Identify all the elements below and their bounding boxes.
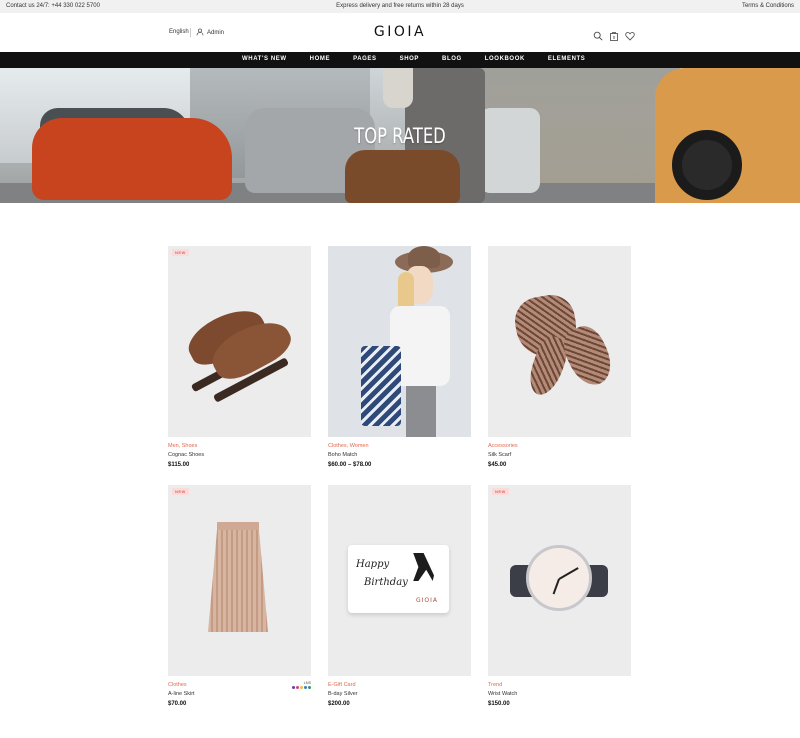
product-image[interactable] bbox=[488, 485, 631, 676]
product-category[interactable]: Trend bbox=[488, 682, 502, 688]
gift-card-text-birthday: Birthday bbox=[364, 577, 408, 588]
main-navigation: WHAT'S NEW HOME PAGES SHOP BLOG LOOKBOOK… bbox=[0, 52, 800, 68]
watch-hand bbox=[552, 578, 560, 595]
model-tote-bag bbox=[361, 346, 401, 426]
product-image[interactable] bbox=[488, 246, 631, 437]
product-name[interactable]: Silk Scarf bbox=[488, 452, 511, 458]
model-pants bbox=[406, 386, 436, 437]
hero-handbag bbox=[345, 150, 460, 203]
watch-hand bbox=[558, 567, 579, 580]
swatch-dots bbox=[292, 686, 311, 689]
product-price: $60.00 – $78.00 bbox=[328, 462, 372, 468]
hero-white-car bbox=[480, 108, 540, 193]
header-icons: 0 bbox=[593, 28, 635, 41]
watch-face bbox=[526, 545, 592, 611]
product-category[interactable]: Clothes, Women bbox=[328, 443, 369, 449]
swatch-color[interactable] bbox=[292, 686, 295, 689]
terms-link[interactable]: Terms & Conditions bbox=[742, 3, 794, 9]
page-title: TOP RATED bbox=[354, 124, 446, 148]
promo-text: Express delivery and free returns within… bbox=[336, 3, 464, 9]
new-badge: NEW bbox=[492, 488, 509, 495]
nav-item-home[interactable]: HOME bbox=[310, 56, 330, 62]
new-badge: NEW bbox=[172, 488, 189, 495]
product-price: $200.00 bbox=[328, 701, 350, 707]
hat-crown bbox=[408, 246, 440, 268]
high-heel-shoe-icon bbox=[413, 553, 434, 581]
cart-count: 0 bbox=[613, 35, 616, 40]
cart-icon[interactable]: 0 bbox=[609, 28, 619, 41]
nav-item-blog[interactable]: BLOG bbox=[442, 56, 462, 62]
new-badge: NEW bbox=[172, 249, 189, 256]
product-name[interactable]: B-day Silver bbox=[328, 691, 358, 697]
product-price: $150.00 bbox=[488, 701, 510, 707]
site-logo[interactable]: GIOIA bbox=[0, 24, 800, 40]
color-swatches[interactable]: LMS bbox=[292, 681, 311, 689]
product-category[interactable]: E-Gift Card bbox=[328, 682, 356, 688]
product-name[interactable]: Wrist Watch bbox=[488, 691, 517, 697]
product-image[interactable] bbox=[168, 246, 311, 437]
product-image[interactable] bbox=[168, 485, 311, 676]
product-price: $45.00 bbox=[488, 462, 507, 468]
product-name[interactable]: Cognac Shoes bbox=[168, 452, 204, 458]
nav-item-pages[interactable]: PAGES bbox=[353, 56, 377, 62]
product-image[interactable] bbox=[328, 246, 471, 437]
gift-card-text-happy: Happy bbox=[356, 559, 390, 570]
swatch-color[interactable] bbox=[300, 686, 303, 689]
swatch-label: LMS bbox=[303, 681, 311, 685]
gift-card: Happy Birthday GIOIA bbox=[348, 545, 449, 613]
skirt-body bbox=[208, 530, 268, 632]
product-name[interactable]: Boho Match bbox=[328, 452, 357, 458]
product-price: $115.00 bbox=[168, 462, 190, 468]
site-header: English Admin GIOIA 0 bbox=[0, 13, 800, 52]
product-category[interactable]: Clothes bbox=[168, 682, 187, 688]
nav-item-whats-new[interactable]: WHAT'S NEW bbox=[242, 56, 287, 62]
product-category[interactable]: Men, Shoes bbox=[168, 443, 197, 449]
hero-person-arm bbox=[383, 68, 413, 108]
swatch-color[interactable] bbox=[296, 686, 299, 689]
search-icon[interactable] bbox=[593, 28, 603, 41]
swatch-color[interactable] bbox=[308, 686, 311, 689]
nav-item-shop[interactable]: SHOP bbox=[400, 56, 419, 62]
top-bar: Contact us 24/7: +44 330 022 5700 Expres… bbox=[0, 0, 800, 13]
nav-item-elements[interactable]: ELEMENTS bbox=[548, 56, 585, 62]
skirt-waistband bbox=[217, 522, 259, 530]
product-image[interactable]: Happy Birthday GIOIA bbox=[328, 485, 471, 676]
product-name[interactable]: A-line Skirt bbox=[168, 691, 195, 697]
product-price: $70.00 bbox=[168, 701, 187, 707]
product-category[interactable]: Accessories bbox=[488, 443, 518, 449]
swatch-color[interactable] bbox=[304, 686, 307, 689]
wishlist-icon[interactable] bbox=[625, 28, 635, 41]
nav-item-lookbook[interactable]: LOOKBOOK bbox=[485, 56, 525, 62]
gift-card-brand: GIOIA bbox=[416, 597, 439, 604]
